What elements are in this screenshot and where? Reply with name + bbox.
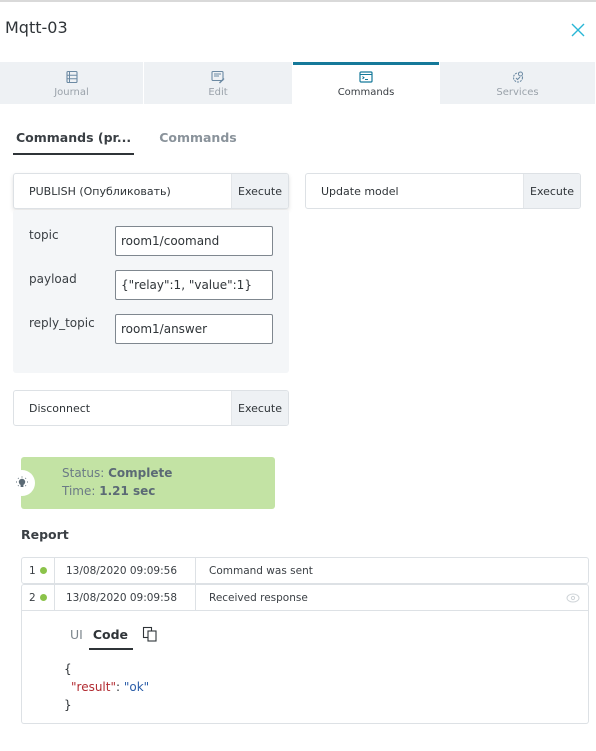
edit-icon <box>211 70 225 84</box>
command-name[interactable]: Update model <box>306 174 523 208</box>
code-sep: : <box>116 680 124 694</box>
tab-commands[interactable]: Commands <box>293 62 440 104</box>
report-row[interactable]: 2 13/08/2020 09:09:58 Received response <box>21 584 589 611</box>
param-label-topic: topic <box>29 228 59 242</box>
tab-label: Edit <box>208 87 228 98</box>
response-code: { "result": "ok" } <box>64 660 149 714</box>
services-gear-icon <box>512 71 523 83</box>
code-close-brace: } <box>64 698 72 712</box>
detail-tab-code[interactable]: Code <box>88 626 134 650</box>
top-border <box>0 0 596 2</box>
subtab-commands[interactable]: Commands <box>156 128 240 155</box>
execute-update-model-button[interactable]: Execute <box>523 174 580 208</box>
command-disconnect: Disconnect Execute <box>13 390 289 426</box>
row-message: Command was sent <box>209 564 313 577</box>
param-label-payload: payload <box>29 272 77 286</box>
status-banner: Status: Complete Time: 1.21 sec <box>21 457 275 509</box>
time-value: 1.21 sec <box>99 484 156 498</box>
terminal-icon <box>359 71 373 83</box>
time-prefix: Time: <box>62 484 100 498</box>
main-tabs: Journal Edit Commands Services <box>0 62 596 104</box>
close-icon[interactable] <box>570 22 586 38</box>
command-name[interactable]: Disconnect <box>14 391 231 425</box>
code-value: "ok" <box>123 680 150 694</box>
status-line: Status: Complete <box>62 466 172 480</box>
command-name[interactable]: PUBLISH (Опубликовать) <box>14 174 231 208</box>
row-number: 2 <box>22 585 55 610</box>
code-open-brace: { <box>64 662 72 676</box>
tab-journal[interactable]: Journal <box>0 62 144 104</box>
param-label-reply-topic: reply_topic <box>29 316 95 330</box>
status-dot-icon <box>39 594 47 601</box>
code-line: "result": "ok" <box>64 678 149 696</box>
row-num-text: 2 <box>29 591 36 604</box>
response-detail-panel: UI Code { "result": "ok" } <box>21 611 589 724</box>
tab-label: Services <box>496 87 539 98</box>
code-key: "result" <box>71 680 116 694</box>
row-time: 13/08/2020 09:09:56 <box>55 558 196 583</box>
subtab-commands-pr[interactable]: Commands (pr... <box>13 128 135 155</box>
tab-label: Commands <box>337 87 395 98</box>
tab-edit[interactable]: Edit <box>144 62 293 104</box>
row-time: 13/08/2020 09:09:58 <box>55 585 196 610</box>
status-value: Complete <box>108 466 173 480</box>
row-number: 1 <box>22 558 55 583</box>
tab-services[interactable]: Services <box>440 62 596 104</box>
eye-icon[interactable] <box>566 592 580 604</box>
topic-input[interactable]: room1/coomand <box>115 226 273 256</box>
time-line: Time: 1.21 sec <box>62 484 155 498</box>
command-subtabs: Commands (pr... Commands <box>13 128 240 155</box>
row-num-text: 1 <box>29 564 36 577</box>
window-title: Mqtt-03 <box>5 18 68 37</box>
payload-input[interactable]: {"relay":1, "value":1} <box>115 270 273 300</box>
copy-icon[interactable] <box>142 626 158 642</box>
detail-tabs: UI Code <box>70 626 134 650</box>
journal-icon <box>65 70 78 84</box>
publish-params-panel: topic room1/coomand payload {"relay":1, … <box>13 210 289 373</box>
report-row[interactable]: 1 13/08/2020 09:09:56 Command was sent <box>21 557 589 584</box>
execute-publish-button[interactable]: Execute <box>231 174 288 208</box>
lightbulb-icon <box>9 470 35 496</box>
command-update-model: Update model Execute <box>305 173 581 209</box>
tab-label: Journal <box>54 87 89 98</box>
report-title: Report <box>21 527 69 542</box>
command-publish: PUBLISH (Опубликовать) Execute <box>13 173 289 209</box>
status-prefix: Status: <box>62 466 109 480</box>
status-dot-icon <box>39 567 47 574</box>
execute-disconnect-button[interactable]: Execute <box>231 391 288 425</box>
detail-tab-ui[interactable]: UI <box>70 626 83 648</box>
reply-topic-input[interactable]: room1/answer <box>115 314 273 344</box>
row-message: Received response <box>209 591 308 604</box>
